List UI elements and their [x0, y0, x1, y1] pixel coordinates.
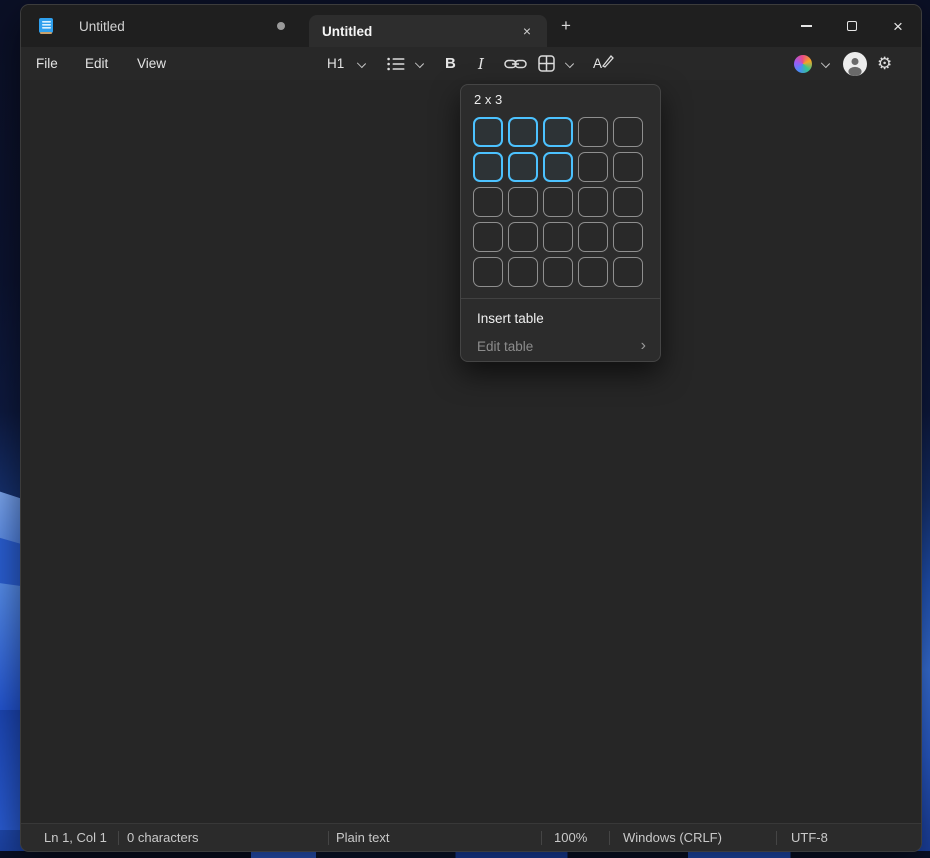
edit-table-item[interactable]: Edit table › — [461, 332, 660, 360]
maximize-button[interactable] — [829, 5, 875, 47]
tab-untitled-inactive[interactable]: Untitled — [61, 5, 309, 47]
minimize-icon — [801, 25, 812, 26]
status-encoding: UTF-8 — [791, 824, 828, 851]
link-button[interactable] — [504, 47, 527, 80]
status-cursor-position: Ln 1, Col 1 — [44, 824, 107, 851]
table-icon — [538, 55, 555, 72]
table-size-cell[interactable] — [578, 257, 608, 287]
new-tab-button[interactable]: + — [555, 15, 577, 37]
status-bar: Ln 1, Col 1 0 characters Plain text 100%… — [21, 823, 921, 851]
status-zoom-level: 100% — [554, 824, 587, 851]
titlebar: Untitled Untitled × + × — [21, 5, 921, 47]
copilot-button[interactable] — [794, 47, 812, 80]
table-size-cell[interactable] — [543, 117, 573, 147]
table-dropdown-button[interactable] — [565, 47, 573, 80]
status-character-count: 0 characters — [127, 824, 199, 851]
edit-table-label: Edit table — [477, 339, 533, 354]
table-size-cell[interactable] — [508, 152, 538, 182]
table-size-cell[interactable] — [473, 257, 503, 287]
table-button[interactable] — [538, 47, 555, 80]
table-size-cell[interactable] — [613, 257, 643, 287]
chevron-down-icon — [821, 60, 829, 68]
table-size-cell[interactable] — [508, 222, 538, 252]
table-size-cell[interactable] — [613, 222, 643, 252]
chevron-down-icon — [357, 60, 365, 68]
tab-label: Untitled — [79, 19, 125, 34]
table-size-grid — [473, 117, 643, 287]
table-size-cell[interactable] — [543, 187, 573, 217]
table-size-cell[interactable] — [543, 222, 573, 252]
account-avatar-icon — [843, 52, 867, 76]
table-dropdown-menu: 2 x 3 Insert table Edit table › — [460, 84, 661, 362]
table-size-cell[interactable] — [613, 152, 643, 182]
status-divider — [541, 831, 542, 845]
link-icon — [504, 57, 527, 71]
insert-table-item[interactable]: Insert table — [461, 304, 660, 332]
menu-view[interactable]: View — [137, 47, 166, 80]
status-divider — [118, 831, 119, 845]
menu-divider — [461, 298, 660, 299]
status-divider — [328, 831, 329, 845]
heading-style-button[interactable]: H1 — [327, 47, 344, 80]
clear-formatting-button[interactable]: A — [593, 47, 922, 80]
close-window-button[interactable]: × — [875, 5, 921, 47]
status-document-format: Plain text — [336, 824, 389, 851]
wallpaper-bottom-strip — [0, 851, 930, 858]
maximize-icon — [847, 21, 857, 31]
table-size-cell[interactable] — [578, 187, 608, 217]
heading-dropdown-button[interactable] — [357, 47, 365, 80]
settings-button[interactable]: ⚙ — [877, 47, 892, 80]
list-button[interactable] — [387, 47, 405, 80]
bulleted-list-icon — [387, 57, 405, 71]
copilot-dropdown-button[interactable] — [821, 47, 829, 80]
table-size-cell[interactable] — [578, 117, 608, 147]
chevron-right-icon: › — [641, 338, 646, 354]
chevron-down-icon — [565, 60, 573, 68]
chevron-down-icon — [415, 60, 423, 68]
notepad-window: Untitled Untitled × + × File Edit View H… — [20, 4, 922, 852]
window-controls: × — [783, 5, 921, 47]
table-size-cell[interactable] — [473, 117, 503, 147]
status-line-ending: Windows (CRLF) — [623, 824, 722, 851]
table-size-cell[interactable] — [508, 117, 538, 147]
table-size-cell[interactable] — [473, 222, 503, 252]
menu-edit[interactable]: Edit — [85, 47, 108, 80]
table-size-cell[interactable] — [543, 152, 573, 182]
bold-button[interactable]: B — [445, 47, 456, 80]
tab-label: Untitled — [322, 24, 372, 39]
copilot-icon — [794, 55, 812, 73]
close-icon: × — [893, 18, 903, 35]
table-size-cell[interactable] — [473, 187, 503, 217]
table-size-cell[interactable] — [578, 152, 608, 182]
gear-icon: ⚙ — [877, 54, 892, 74]
table-size-cell[interactable] — [578, 222, 608, 252]
notepad-app-icon — [37, 17, 55, 35]
list-dropdown-button[interactable] — [415, 47, 423, 80]
desktop-background: Untitled Untitled × + × File Edit View H… — [0, 0, 930, 858]
account-button[interactable] — [843, 47, 867, 80]
unsaved-dot-icon — [277, 22, 285, 30]
table-size-cell[interactable] — [613, 117, 643, 147]
toolbar: File Edit View H1 B I — [21, 47, 921, 80]
table-size-cell[interactable] — [508, 257, 538, 287]
tab-untitled-active[interactable]: Untitled × — [309, 15, 547, 47]
table-size-cell[interactable] — [613, 187, 643, 217]
status-divider — [776, 831, 777, 845]
italic-button[interactable]: I — [478, 47, 484, 80]
clear-formatting-pen-icon — [601, 54, 615, 68]
insert-table-label: Insert table — [477, 311, 544, 326]
table-size-cell[interactable] — [473, 152, 503, 182]
table-size-cell[interactable] — [508, 187, 538, 217]
status-divider — [609, 831, 610, 845]
table-dimension-label: 2 x 3 — [474, 92, 502, 107]
table-size-cell[interactable] — [543, 257, 573, 287]
menu-file[interactable]: File — [36, 47, 58, 80]
minimize-button[interactable] — [783, 5, 829, 47]
close-tab-icon[interactable]: × — [517, 21, 537, 41]
